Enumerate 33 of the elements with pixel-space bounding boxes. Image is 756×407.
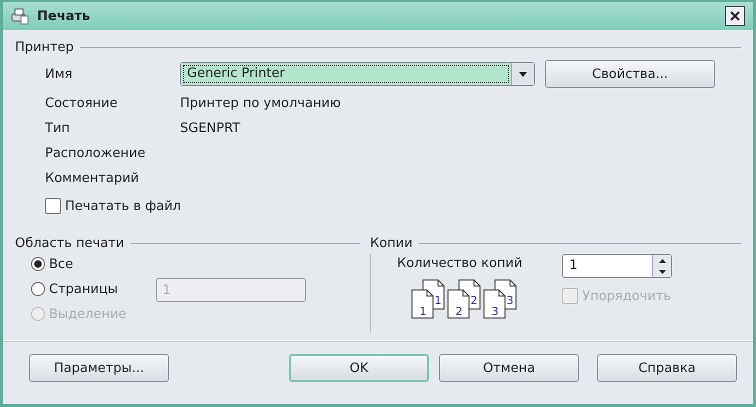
caret-icon [519,72,527,76]
radio-button[interactable] [31,257,45,271]
window-title: Печать [37,8,92,24]
dialog-button[interactable]: Отмена [439,354,579,382]
radio-button[interactable] [31,282,45,296]
info-label: Тип [45,120,71,138]
radio-label: Выделение [49,306,126,322]
dialog-button[interactable]: OK [289,354,429,382]
close-button[interactable] [725,6,745,26]
field-label: Количество копий [397,256,522,271]
info-label: Состояние [45,95,118,113]
properties-button[interactable]: Свойства... [545,60,715,88]
info-label: Комментарий [45,170,140,188]
dialog-button[interactable]: Справка [597,354,737,382]
up-arrow-icon[interactable] [658,258,666,262]
close-icon [730,11,740,21]
info-value: SGENPRT [180,120,242,138]
down-arrow-icon[interactable] [658,270,666,274]
copies-spinbox[interactable]: 1 [562,254,672,278]
info-value: Принтер по умолчанию [180,95,342,113]
checkbox[interactable] [45,198,61,214]
checkbox-label: Упорядочить [582,288,672,304]
printer-icon [11,7,29,25]
group-title: Копии [370,236,413,250]
field-label: Имя [45,66,74,84]
checkbox-label: Печатать в файл [65,198,181,214]
dialog-button[interactable]: Параметры... [29,354,169,382]
group-title: Область печати [15,236,124,250]
info-label: Расположение [45,145,146,163]
radio-label: Страницы [49,282,118,296]
printer-dropdown[interactable]: Generic Printer [180,62,535,86]
radio-label: Все [49,256,74,272]
group-title: Принтер [15,40,74,54]
